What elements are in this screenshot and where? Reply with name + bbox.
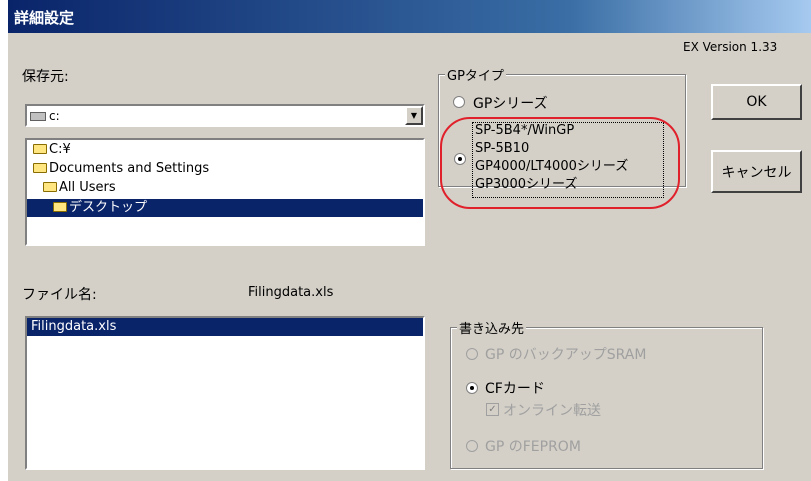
backup-sram-radio[interactable] (466, 348, 478, 360)
gp-series-radio[interactable] (453, 96, 465, 108)
backup-sram-label[interactable]: GP のバックアップSRAM (485, 344, 646, 364)
source-label: 保存元: (22, 69, 69, 85)
online-transfer-checkbox[interactable]: ✓ (486, 403, 499, 416)
tree-item-label: All Users (59, 180, 116, 195)
filename-label: ファイル名: (22, 287, 97, 303)
folder-open-icon (33, 163, 47, 173)
tree-item-c[interactable]: C:¥ (33, 141, 71, 159)
folder-open-icon (53, 202, 67, 212)
tree-item-desktop[interactable]: デスクトップ (27, 199, 423, 217)
cf-card-radio[interactable] (466, 382, 478, 394)
file-list[interactable]: Filingdata.xls (25, 316, 425, 470)
tree-item-label: デスクトップ (69, 200, 148, 215)
online-transfer-label[interactable]: オンライン転送 (503, 400, 601, 420)
gp-type-legend: GPタイプ (445, 65, 506, 84)
cf-card-label[interactable]: CFカード (485, 378, 545, 398)
ok-button[interactable]: OK (711, 84, 802, 120)
write-dest-legend: 書き込み先 (457, 318, 527, 337)
tree-item-documents[interactable]: Documents and Settings (33, 160, 209, 178)
window-title: 詳細設定 (14, 9, 75, 27)
tree-item-all-users[interactable]: All Users (43, 179, 116, 197)
folder-tree[interactable]: C:¥ Documents and Settings All Users デスク… (25, 138, 425, 246)
highlight-annotation (440, 117, 680, 209)
version-label: EX Version 1.33 (683, 40, 778, 54)
gp-series-label[interactable]: GPシリーズ (473, 93, 548, 113)
list-item[interactable]: Filingdata.xls (27, 318, 423, 336)
drive-icon (30, 112, 46, 121)
title-bar[interactable]: 詳細設定 (8, 0, 811, 33)
filename-value: Filingdata.xls (248, 285, 334, 300)
drive-combobox[interactable]: c: ▼ (25, 104, 425, 127)
chevron-down-icon[interactable]: ▼ (405, 106, 423, 125)
folder-open-icon (33, 144, 47, 154)
cancel-button[interactable]: キャンセル (711, 150, 802, 193)
tree-item-label: Documents and Settings (49, 161, 210, 176)
feprom-radio[interactable] (466, 440, 478, 452)
folder-open-icon (43, 182, 57, 192)
tree-item-label: C:¥ (49, 142, 71, 157)
feprom-label[interactable]: GP のFEPROM (485, 436, 581, 456)
drive-value: c: (49, 109, 60, 123)
